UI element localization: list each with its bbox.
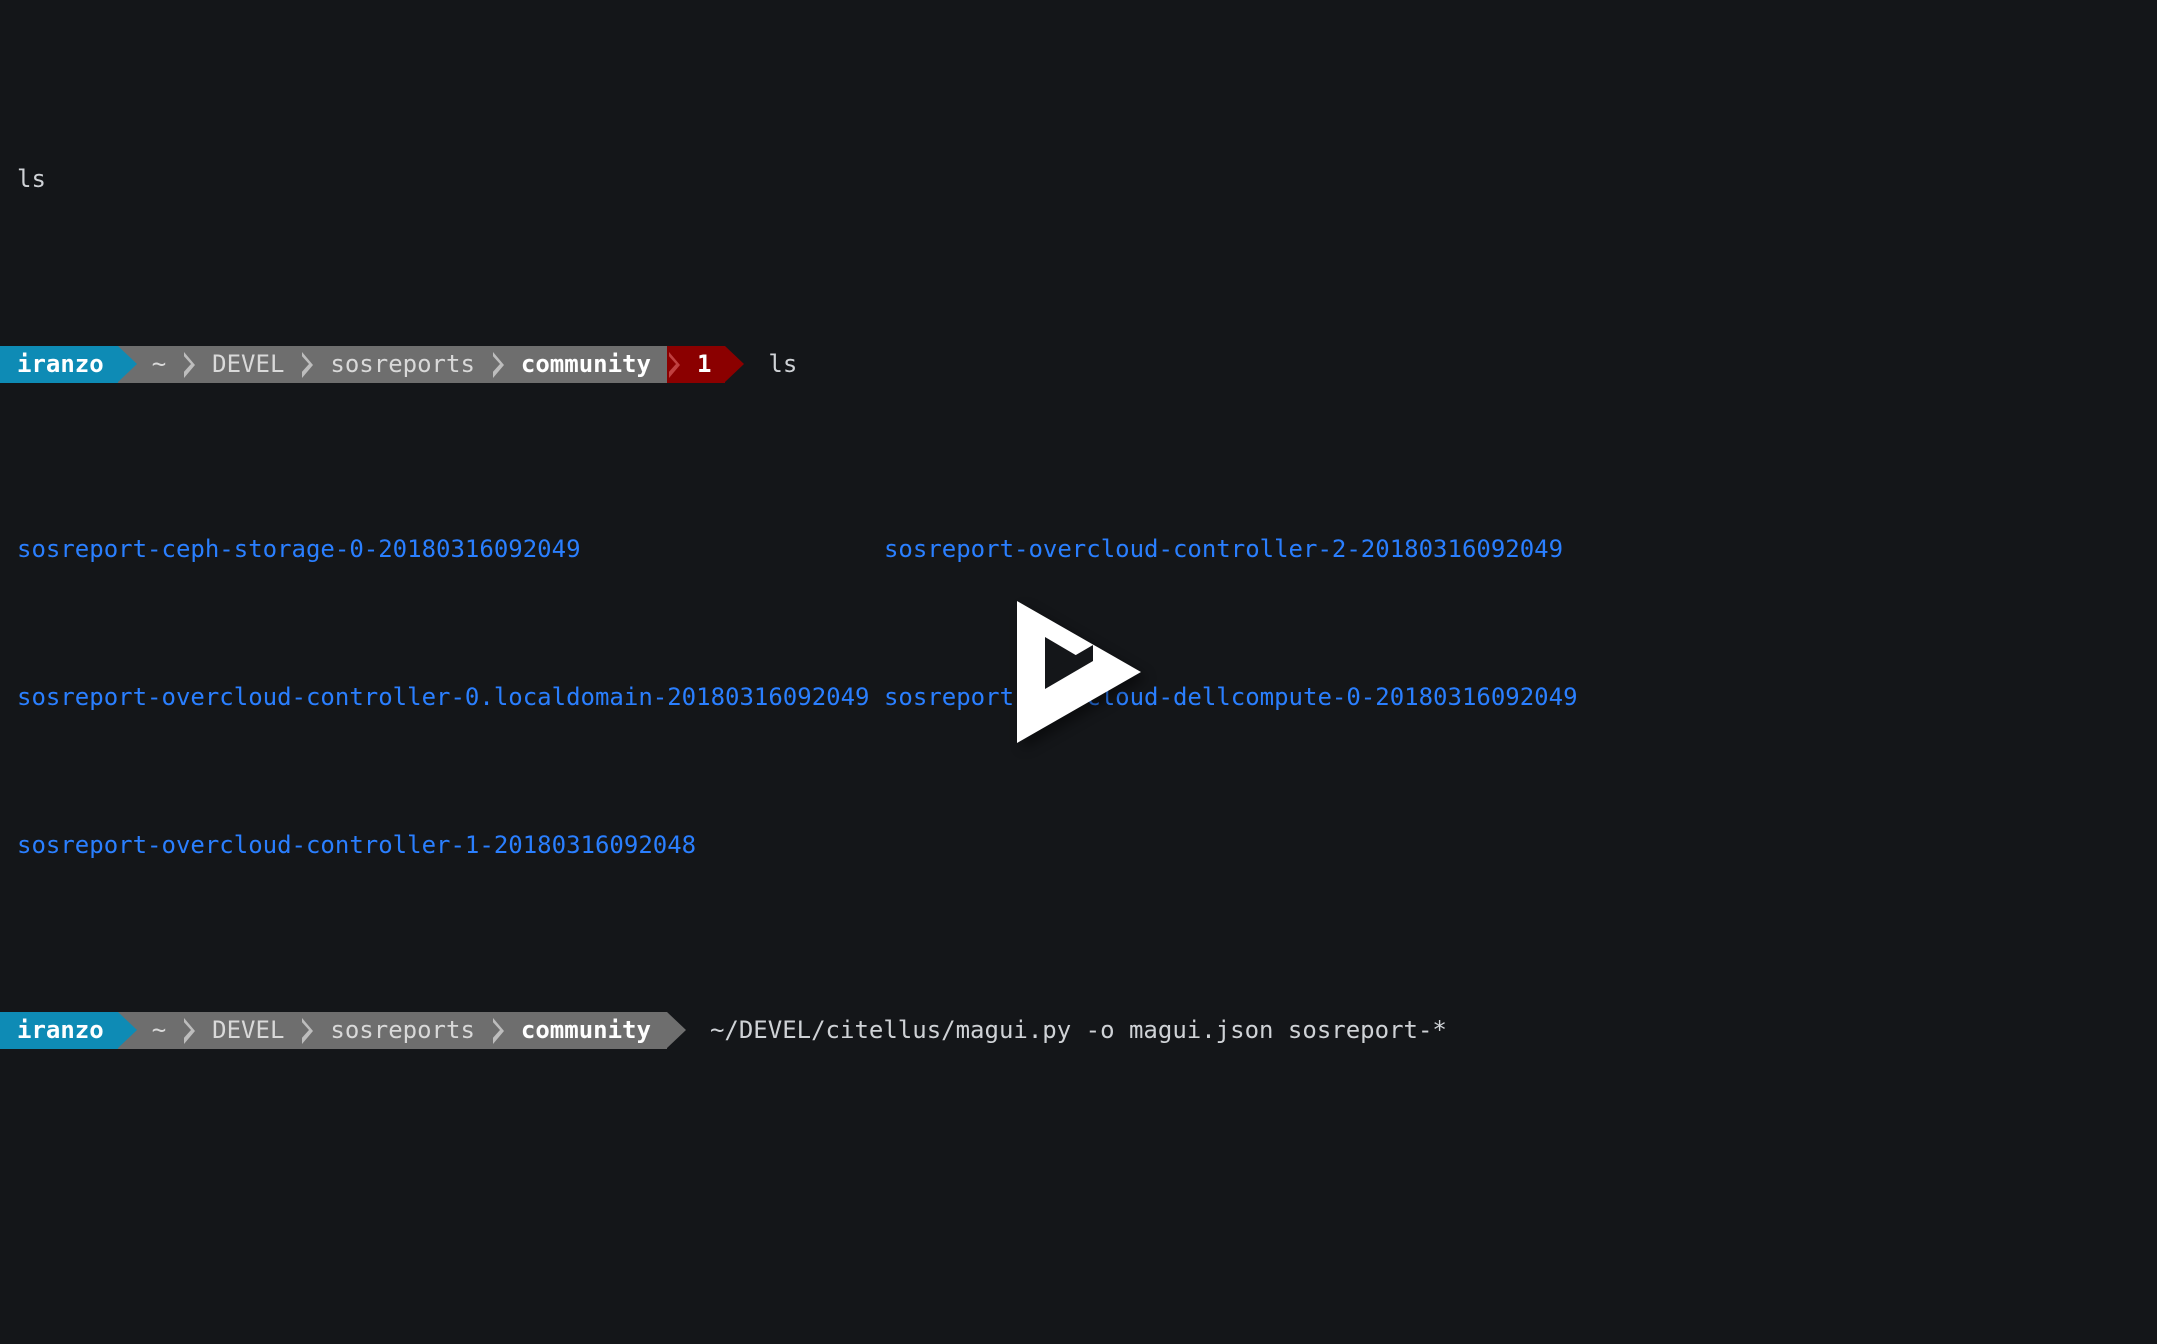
- chevron-right-icon: [182, 351, 196, 378]
- chevron-right-icon: [300, 1017, 314, 1044]
- play-icon[interactable]: [1016, 601, 1141, 743]
- chevron-right-icon: [182, 1017, 196, 1044]
- chevron-right-icon: [490, 1017, 504, 1044]
- asciinema-player[interactable]: ls iranzo ~ DEVEL sosreports community 1…: [0, 0, 2157, 1344]
- play-overlay[interactable]: [0, 0, 2157, 1344]
- chevron-right-icon: [666, 351, 680, 378]
- chevron-right-icon: [490, 351, 504, 378]
- chevron-right-icon: [300, 351, 314, 378]
